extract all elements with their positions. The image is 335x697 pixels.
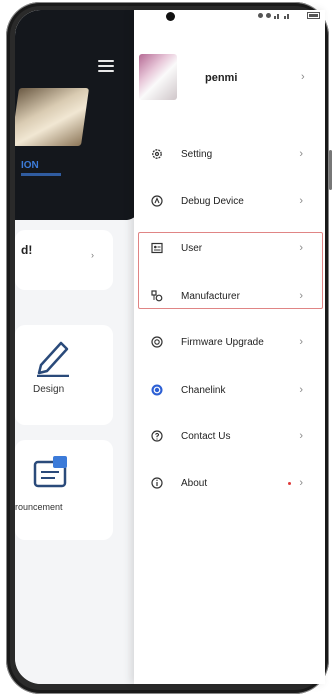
- info-icon: [150, 476, 164, 490]
- chevron-right-icon: ›: [299, 290, 303, 302]
- menu-item-label: User: [181, 242, 203, 254]
- upgrade-icon: [150, 335, 164, 349]
- chevron-right-icon: ›: [299, 477, 303, 489]
- menu-item-label: Manufacturer: [181, 290, 240, 302]
- question-icon: [150, 429, 164, 443]
- avatar: [139, 54, 177, 100]
- menu-item-label: Debug Device: [181, 195, 244, 207]
- background-app: ION d! › Design rouncement: [15, 10, 140, 684]
- menu-item-contact-us[interactable]: Contact Us ›: [141, 425, 317, 447]
- profile-row[interactable]: penmi ›: [139, 54, 309, 104]
- welcome-arrow: ›: [91, 250, 94, 260]
- announcement-label: rouncement: [15, 502, 63, 512]
- status-icon: [266, 13, 271, 18]
- hamburger-menu-icon[interactable]: [98, 60, 114, 72]
- menu-item-label: Chanelink: [181, 384, 226, 396]
- menu-item-user[interactable]: User ›: [141, 237, 317, 259]
- menu-item-chanelink[interactable]: Chanelink ›: [141, 379, 317, 401]
- chevron-right-icon: ›: [299, 195, 303, 207]
- battery-icon: [307, 12, 320, 19]
- manufacturer-icon: [150, 289, 164, 303]
- profile-name: penmi: [205, 72, 238, 84]
- volume-button: [329, 150, 332, 190]
- status-bar: [258, 12, 321, 19]
- chevron-right-icon: ›: [301, 71, 305, 83]
- gear-icon: [150, 147, 164, 161]
- chevron-right-icon: ›: [299, 430, 303, 442]
- chanelink-icon: [150, 383, 164, 397]
- menu-item-label: Contact Us: [181, 430, 231, 442]
- welcome-text: d!: [21, 243, 33, 257]
- pencil-icon: [37, 341, 69, 377]
- chevron-right-icon: ›: [299, 242, 303, 254]
- chevron-right-icon: ›: [299, 148, 303, 160]
- menu-item-label: Setting: [181, 148, 213, 160]
- menu-item-about[interactable]: About ›: [141, 472, 317, 494]
- welcome-card[interactable]: [15, 230, 113, 290]
- header-subtitle-bar: [21, 173, 61, 176]
- chevron-right-icon: ›: [299, 336, 303, 348]
- announcement-icon: [33, 456, 67, 488]
- status-icon: [258, 13, 263, 18]
- user-card-icon: [150, 241, 164, 255]
- menu-item-firmware-upgrade[interactable]: Firmware Upgrade ›: [141, 331, 317, 353]
- menu-item-label: About: [181, 477, 208, 489]
- menu-item-label: Firmware Upgrade: [181, 336, 264, 348]
- menu-item-manufacturer[interactable]: Manufacturer ›: [141, 285, 317, 307]
- menu-item-setting[interactable]: Setting ›: [141, 143, 317, 165]
- menu-item-debug-device[interactable]: Debug Device ›: [141, 190, 317, 212]
- header-title: ION: [21, 160, 39, 171]
- book-image: [15, 88, 90, 146]
- debug-device-icon: [150, 194, 164, 208]
- notification-dot: [288, 481, 291, 485]
- chevron-right-icon: ›: [299, 384, 303, 396]
- signal-icon: [274, 14, 289, 19]
- design-label: Design: [33, 384, 65, 395]
- front-camera: [166, 12, 175, 21]
